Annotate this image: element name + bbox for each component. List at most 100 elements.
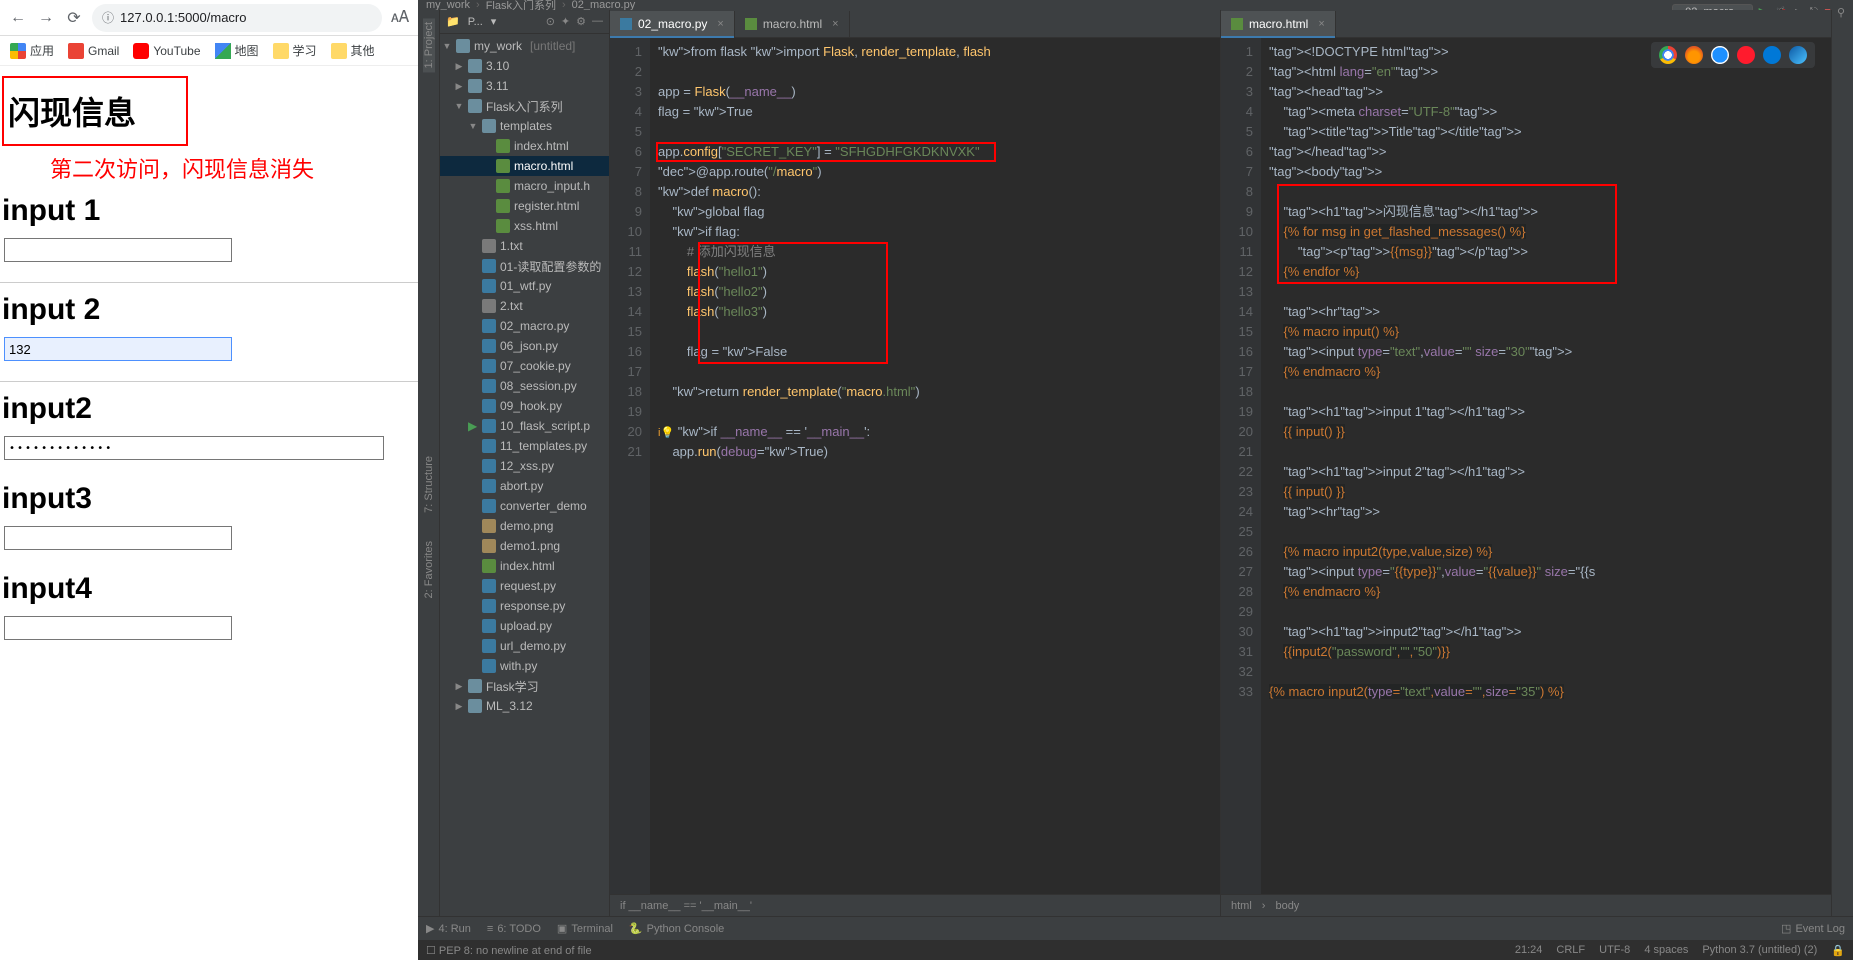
encoding[interactable]: UTF-8 [1599,944,1630,957]
tree-item[interactable]: 1.txt [440,236,609,256]
chrome-icon[interactable] [1659,46,1677,64]
tree-item[interactable]: ▶Flask学习 [440,676,609,696]
right-editor: macro.html × 123456789101112131415161718… [1221,10,1831,916]
code-content[interactable]: "tag"><!DOCTYPE html"tag">>"tag"><html l… [1261,38,1831,894]
tree-item[interactable]: demo.png [440,516,609,536]
edge-legacy-icon[interactable] [1763,46,1781,64]
python-console-tab[interactable]: 🐍 Python Console [629,922,724,935]
tree-item[interactable]: demo1.png [440,536,609,556]
tree-item[interactable]: url_demo.py [440,636,609,656]
tree-item[interactable]: 08_session.py [440,376,609,396]
gmail-bookmark[interactable]: Gmail [68,43,119,59]
html-icon [745,18,757,30]
tree-item[interactable]: 11_templates.py [440,436,609,456]
python-icon [620,18,632,30]
run-tool-tab[interactable]: ▶ 4: Run [426,922,471,935]
tree-item[interactable]: with.py [440,656,609,676]
safari-icon[interactable] [1711,46,1729,64]
tree-item[interactable]: macro.html [440,156,609,176]
input3-field[interactable] [4,526,232,550]
opera-icon[interactable] [1737,46,1755,64]
cursor-position[interactable]: 21:24 [1515,944,1543,957]
tree-item[interactable]: ▼my_work[untitled] [440,36,609,56]
input4-field[interactable] [4,616,232,640]
folder-icon [273,43,289,59]
close-icon[interactable]: × [1318,18,1324,30]
tree-item[interactable]: ▼Flask入门系列 [440,96,609,116]
maps-bookmark[interactable]: 地图 [215,42,259,59]
tree-item[interactable]: response.py [440,596,609,616]
edge-icon[interactable] [1789,46,1807,64]
lock-icon[interactable]: 🔒 [1831,944,1845,957]
tree-item[interactable]: request.py [440,576,609,596]
close-icon[interactable]: × [717,18,723,30]
forward-button[interactable]: → [36,8,56,28]
study-bookmark[interactable]: 学习 [273,42,317,59]
url-bar[interactable]: ⓘ 127.0.0.1:5000/macro [92,4,382,32]
terminal-tool-tab[interactable]: ▣ Terminal [557,922,613,935]
line-separator[interactable]: CRLF [1556,944,1585,957]
tree-item[interactable]: macro_input.h [440,176,609,196]
left-code-area[interactable]: 123456789101112131415161718192021 "kw">f… [610,38,1220,894]
tree-item[interactable]: 01-读取配置参数的 [440,256,609,276]
input3-label: input3 [2,482,418,516]
translate-icon[interactable]: 🗚 [390,8,410,28]
tree-item[interactable]: abort.py [440,476,609,496]
expand-icon[interactable]: ✦ [561,15,570,28]
tree-item[interactable]: xss.html [440,216,609,236]
tree-item[interactable]: upload.py [440,616,609,636]
tree-item[interactable]: 12_xss.py [440,456,609,476]
project-tree[interactable]: ▼my_work[untitled]▶3.10▶3.11▼Flask入门系列▼t… [440,34,609,916]
tree-item[interactable]: ▼templates [440,116,609,136]
tree-item[interactable]: 07_cookie.py [440,356,609,376]
apps-bookmark[interactable]: 应用 [10,42,54,59]
close-icon[interactable]: × [832,18,838,30]
tree-item[interactable]: ▶3.10 [440,56,609,76]
tree-item[interactable]: converter_demo [440,496,609,516]
todo-tool-tab[interactable]: ≡ 6: TODO [487,923,541,935]
tree-item[interactable]: ▶ML_3.12 [440,696,609,716]
divider [0,282,418,283]
input1-field[interactable] [4,238,232,262]
back-button[interactable]: ← [8,8,28,28]
ide-window: my_work › Flask入门系列 › 02_macro.py 02_mac… [418,0,1853,960]
code-content[interactable]: "kw">from flask "kw">import Flask, rende… [650,38,1220,894]
left-gutter: 1: Project 7: Structure 2: Favorites [418,10,440,916]
tab-macro-html[interactable]: macro.html × [735,11,850,37]
tree-item[interactable]: ▶3.11 [440,76,609,96]
panel-title: P... [468,16,483,28]
tab-02-macro-py[interactable]: 02_macro.py × [610,11,735,37]
structure-tool-tab[interactable]: 7: Structure [423,452,435,517]
event-log-tab[interactable]: ◳ Event Log [1781,922,1845,935]
tree-item[interactable]: 2.txt [440,296,609,316]
indent[interactable]: 4 spaces [1644,944,1688,957]
reload-button[interactable]: ⟳ [64,8,84,28]
tree-item[interactable]: index.html [440,556,609,576]
tree-item[interactable]: 01_wtf.py [440,276,609,296]
other-bookmark[interactable]: 其他 [331,42,375,59]
tree-item[interactable]: 06_json.py [440,336,609,356]
search-button[interactable]: ⚲ [1837,6,1845,19]
browser-preview-icons [1651,42,1815,68]
tree-item[interactable]: index.html [440,136,609,156]
input2-field[interactable] [4,337,232,361]
ide-body: 1: Project 7: Structure 2: Favorites 📁 P… [418,10,1853,916]
hide-icon[interactable]: — [592,15,603,28]
chevron-down-icon[interactable]: ▾ [491,15,497,28]
tree-item[interactable]: ▶10_flask_script.p [440,416,609,436]
right-code-area[interactable]: 1234567891011121314151617181920212223242… [1221,38,1831,894]
page-heading: 闪现信息 [8,88,136,134]
password-field[interactable] [4,436,384,460]
bookmarks-bar: 应用 Gmail YouTube 地图 学习 其他 [0,36,418,66]
tab-macro-html-right[interactable]: macro.html × [1221,11,1336,37]
tree-item[interactable]: 02_macro.py [440,316,609,336]
youtube-bookmark[interactable]: YouTube [133,43,200,59]
project-tool-tab[interactable]: 1: Project [423,18,435,72]
favorites-tool-tab[interactable]: 2: Favorites [423,537,435,602]
collapse-icon[interactable]: ⊙ [546,15,555,28]
interpreter[interactable]: Python 3.7 (untitled) (2) [1702,944,1817,957]
tree-item[interactable]: register.html [440,196,609,216]
tree-item[interactable]: 09_hook.py [440,396,609,416]
settings-icon[interactable]: ⚙ [576,15,586,28]
firefox-icon[interactable] [1685,46,1703,64]
